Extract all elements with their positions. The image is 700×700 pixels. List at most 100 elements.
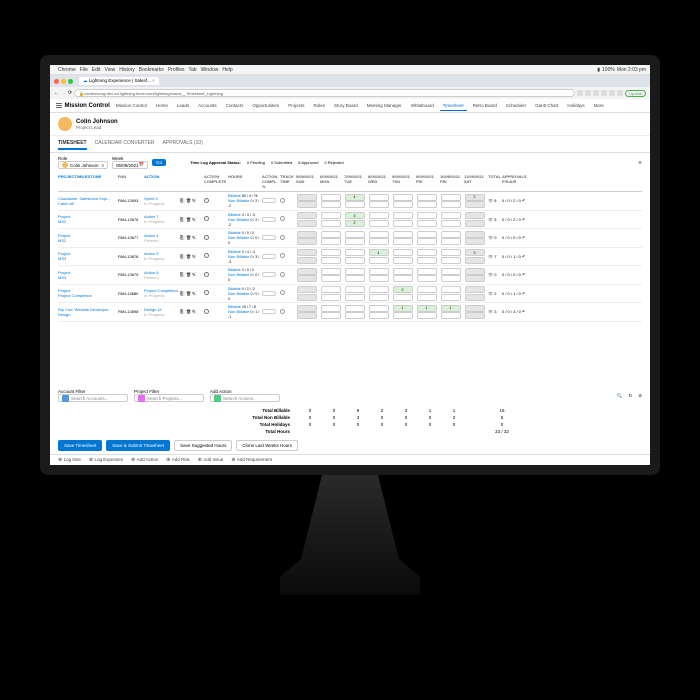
hours-input[interactable] <box>297 201 317 208</box>
hours-input[interactable]: 2 <box>393 286 413 293</box>
clock-icon[interactable] <box>280 198 285 203</box>
log-time-link[interactable]: Log time <box>58 457 81 463</box>
hours-input[interactable] <box>465 275 485 282</box>
hours-input[interactable] <box>369 201 389 208</box>
hours-input[interactable] <box>441 212 461 219</box>
save-suggested-button[interactable]: Save Suggested Hours <box>174 440 232 451</box>
action-link[interactable]: Sprint 4In Progress <box>144 196 180 206</box>
hours-input[interactable] <box>321 212 341 219</box>
hours-input[interactable] <box>441 286 461 293</box>
project-link[interactable]: Rip Curl: Website Developm...Design <box>58 307 118 317</box>
hours-input[interactable] <box>465 312 485 319</box>
gear-icon[interactable]: ⚙ <box>638 160 642 166</box>
hours-input[interactable] <box>297 212 317 219</box>
hours-input[interactable] <box>345 312 365 319</box>
tab-calendar[interactable]: CALENDAR CONVERTER <box>95 138 155 150</box>
hours-input[interactable] <box>321 220 341 227</box>
submit-button[interactable]: Save & Submit Timesheet <box>106 440 170 451</box>
hours-input[interactable] <box>441 220 461 227</box>
hours-input[interactable] <box>441 194 461 201</box>
hours-input[interactable] <box>297 286 317 293</box>
add-issue-link[interactable]: Add Issue <box>198 457 224 463</box>
hours-input[interactable] <box>369 286 389 293</box>
hours-input[interactable] <box>393 294 413 301</box>
undo-icon[interactable]: ↶ <box>522 217 525 222</box>
action-link[interactable]: Action 7In Progress <box>144 214 180 224</box>
hours-input[interactable] <box>417 294 437 301</box>
hours-input[interactable] <box>297 238 317 245</box>
project-link[interactable]: Cloudware: Salesforce Impl...Catch All <box>58 196 118 206</box>
week-input[interactable]: 05/09/2021📅 <box>112 161 148 169</box>
hours-input[interactable]: 1 <box>393 305 413 312</box>
hours-input[interactable] <box>321 231 341 238</box>
hours-input[interactable] <box>369 312 389 319</box>
hours-input[interactable]: 3 <box>465 249 485 256</box>
close-icon[interactable] <box>54 79 59 84</box>
hours-input[interactable] <box>321 238 341 245</box>
menu-app[interactable]: Chrome <box>58 67 76 73</box>
row-icons[interactable]: ⎘🗑✎ <box>180 235 204 240</box>
hours-input[interactable] <box>393 238 413 245</box>
hours-input[interactable] <box>417 212 437 219</box>
hours-input[interactable] <box>345 238 365 245</box>
hours-input[interactable] <box>441 275 461 282</box>
hours-input[interactable] <box>465 201 485 208</box>
hours-input[interactable] <box>393 201 413 208</box>
hours-input[interactable]: 4 <box>345 194 365 201</box>
hours-input[interactable] <box>441 249 461 256</box>
hours-input[interactable] <box>321 249 341 256</box>
reload-icon[interactable]: ⟳ <box>68 90 72 96</box>
refresh-icon[interactable]: ↻ <box>628 393 632 399</box>
app-launcher-icon[interactable] <box>56 103 62 109</box>
undo-icon[interactable]: ↶ <box>522 309 525 314</box>
row-icons[interactable]: ⎘🗑✎ <box>180 198 204 203</box>
hours-input[interactable] <box>441 294 461 301</box>
undo-icon[interactable]: ↶ <box>522 291 525 296</box>
project-link[interactable]: ProjectMS2 <box>58 214 118 224</box>
clone-button[interactable]: Clone Last Weeks Hours <box>236 440 298 451</box>
log-expenses-link[interactable]: Log Expenses <box>89 457 123 463</box>
forward-icon[interactable]: → <box>61 90 66 96</box>
hours-input[interactable] <box>369 305 389 312</box>
hours-input[interactable] <box>441 201 461 208</box>
hours-input[interactable]: 4 <box>369 249 389 256</box>
hours-input[interactable] <box>465 257 485 264</box>
hours-input[interactable] <box>297 231 317 238</box>
hours-input[interactable]: 1 <box>417 305 437 312</box>
eye-icon[interactable]: 👁 <box>488 235 493 240</box>
tab-approvals[interactable]: APPROVALS (10) <box>163 138 203 150</box>
hours-input[interactable] <box>297 275 317 282</box>
hours-input[interactable] <box>369 268 389 275</box>
hours-input[interactable] <box>393 212 413 219</box>
hours-input[interactable] <box>297 257 317 264</box>
hours-input[interactable] <box>441 312 461 319</box>
row-icons[interactable]: ⎘🗑✎ <box>180 254 204 259</box>
action-link[interactable]: Action 5In Progress <box>144 251 180 261</box>
hours-input[interactable] <box>345 231 365 238</box>
hours-input[interactable] <box>465 305 485 312</box>
hours-input[interactable] <box>345 286 365 293</box>
hours-input[interactable]: 1 <box>441 305 461 312</box>
hours-input[interactable] <box>417 268 437 275</box>
minimize-icon[interactable] <box>61 79 66 84</box>
row-icons[interactable]: ⎘🗑✎ <box>180 291 204 296</box>
hours-input[interactable] <box>441 238 461 245</box>
browser-tab[interactable]: ☁ Lightning Experience | Salesf... × <box>79 77 159 85</box>
hours-input[interactable] <box>465 212 485 219</box>
search-icon[interactable]: 🔍 <box>617 393 623 399</box>
hours-input[interactable] <box>321 312 341 319</box>
hours-input[interactable] <box>369 194 389 201</box>
hours-input[interactable] <box>393 257 413 264</box>
row-icons[interactable]: ⎘🗑✎ <box>180 272 204 277</box>
hours-input[interactable] <box>465 238 485 245</box>
hours-input[interactable] <box>417 312 437 319</box>
undo-icon[interactable]: ↶ <box>522 254 525 259</box>
action-link[interactable]: Action 6Planned <box>144 270 180 280</box>
hours-input[interactable] <box>321 275 341 282</box>
clock-icon[interactable] <box>280 235 285 240</box>
project-link[interactable]: ProjectMS2 <box>58 233 118 243</box>
hours-input[interactable]: 3 <box>345 212 365 219</box>
hours-input[interactable] <box>417 257 437 264</box>
hours-input[interactable] <box>345 275 365 282</box>
hours-input[interactable] <box>369 231 389 238</box>
